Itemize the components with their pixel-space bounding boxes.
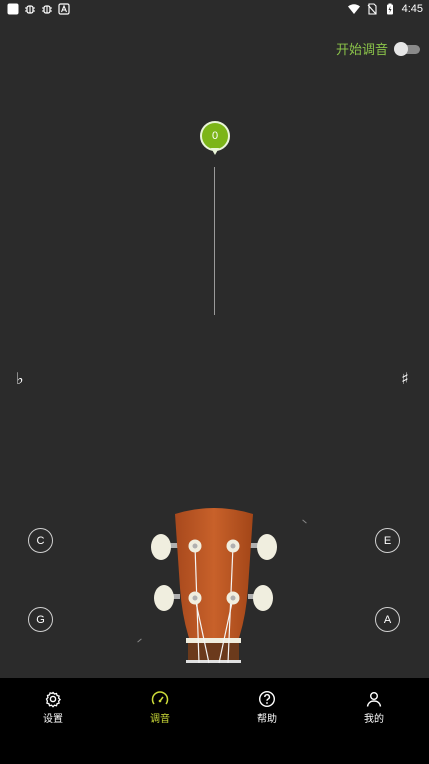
decor-speck: [302, 519, 307, 524]
settings-icon: [45, 691, 62, 708]
help-icon: [258, 690, 276, 708]
tuner-peg-g[interactable]: [154, 585, 174, 611]
battery-charging-icon: [386, 3, 393, 15]
nav-settings[interactable]: 设置: [23, 690, 83, 725]
tuner-bushing-center: [192, 595, 198, 601]
tuner-bushing-center: [230, 595, 236, 601]
string-e-button[interactable]: E: [375, 528, 400, 553]
keyboard-a-icon: [58, 3, 70, 15]
nut: [186, 638, 241, 643]
wifi-icon: [347, 4, 360, 14]
app-screen: 4:45 开始调音 0 ♭ ♯ C G E A 设置 调音 帮助 我的: [0, 0, 429, 764]
nav-tuner-label: 调音: [150, 714, 170, 725]
nav-profile[interactable]: 我的: [344, 690, 404, 725]
tuner-bushing-center: [230, 543, 236, 549]
status-left-icons: [7, 2, 70, 16]
start-tuning-label: 开始调音: [335, 43, 388, 58]
status-time: 4:45: [401, 3, 423, 15]
decor-speck: [137, 638, 142, 643]
tuner-peg-e[interactable]: [257, 534, 277, 560]
start-tuning-toggle-row[interactable]: 开始调音: [336, 39, 420, 58]
string-a-button[interactable]: A: [375, 607, 400, 632]
headstock-body: [175, 508, 253, 638]
gauge-icon: [151, 691, 169, 705]
ukulele-headstock: [151, 508, 277, 664]
nav-profile-label: 我的: [364, 714, 384, 725]
fret: [186, 660, 241, 663]
tuner-peg-c[interactable]: [151, 534, 171, 560]
start-tuning-switch[interactable]: [394, 41, 420, 56]
profile-icon: [366, 692, 382, 707]
no-sim-icon: [367, 3, 377, 15]
bottom-nav: 设置 调音 帮助 我的: [0, 678, 429, 764]
nav-help[interactable]: 帮助: [237, 690, 297, 725]
app-icon: [7, 3, 19, 15]
cents-indicator-pointer: [211, 148, 219, 155]
flat-icon: ♭: [16, 369, 24, 388]
status-bar: 4:45: [0, 0, 429, 18]
switch-knob: [394, 41, 408, 56]
sharp-icon: ♯: [401, 369, 409, 388]
string-g-button[interactable]: G: [28, 607, 53, 632]
nav-help-label: 帮助: [257, 714, 277, 725]
tuner-bushing-center: [192, 543, 198, 549]
status-right-icons: 4:45: [347, 1, 423, 17]
nav-tuner[interactable]: 调音: [130, 690, 190, 725]
string-c-button[interactable]: C: [28, 528, 53, 553]
cents-value: 0: [200, 121, 230, 151]
bug-icon: [42, 5, 52, 14]
bug-icon: [25, 5, 35, 14]
nav-settings-label: 设置: [43, 714, 63, 725]
tuner-peg-a[interactable]: [253, 585, 273, 611]
tuner-needle: [214, 167, 215, 315]
cents-indicator: 0: [200, 121, 230, 157]
